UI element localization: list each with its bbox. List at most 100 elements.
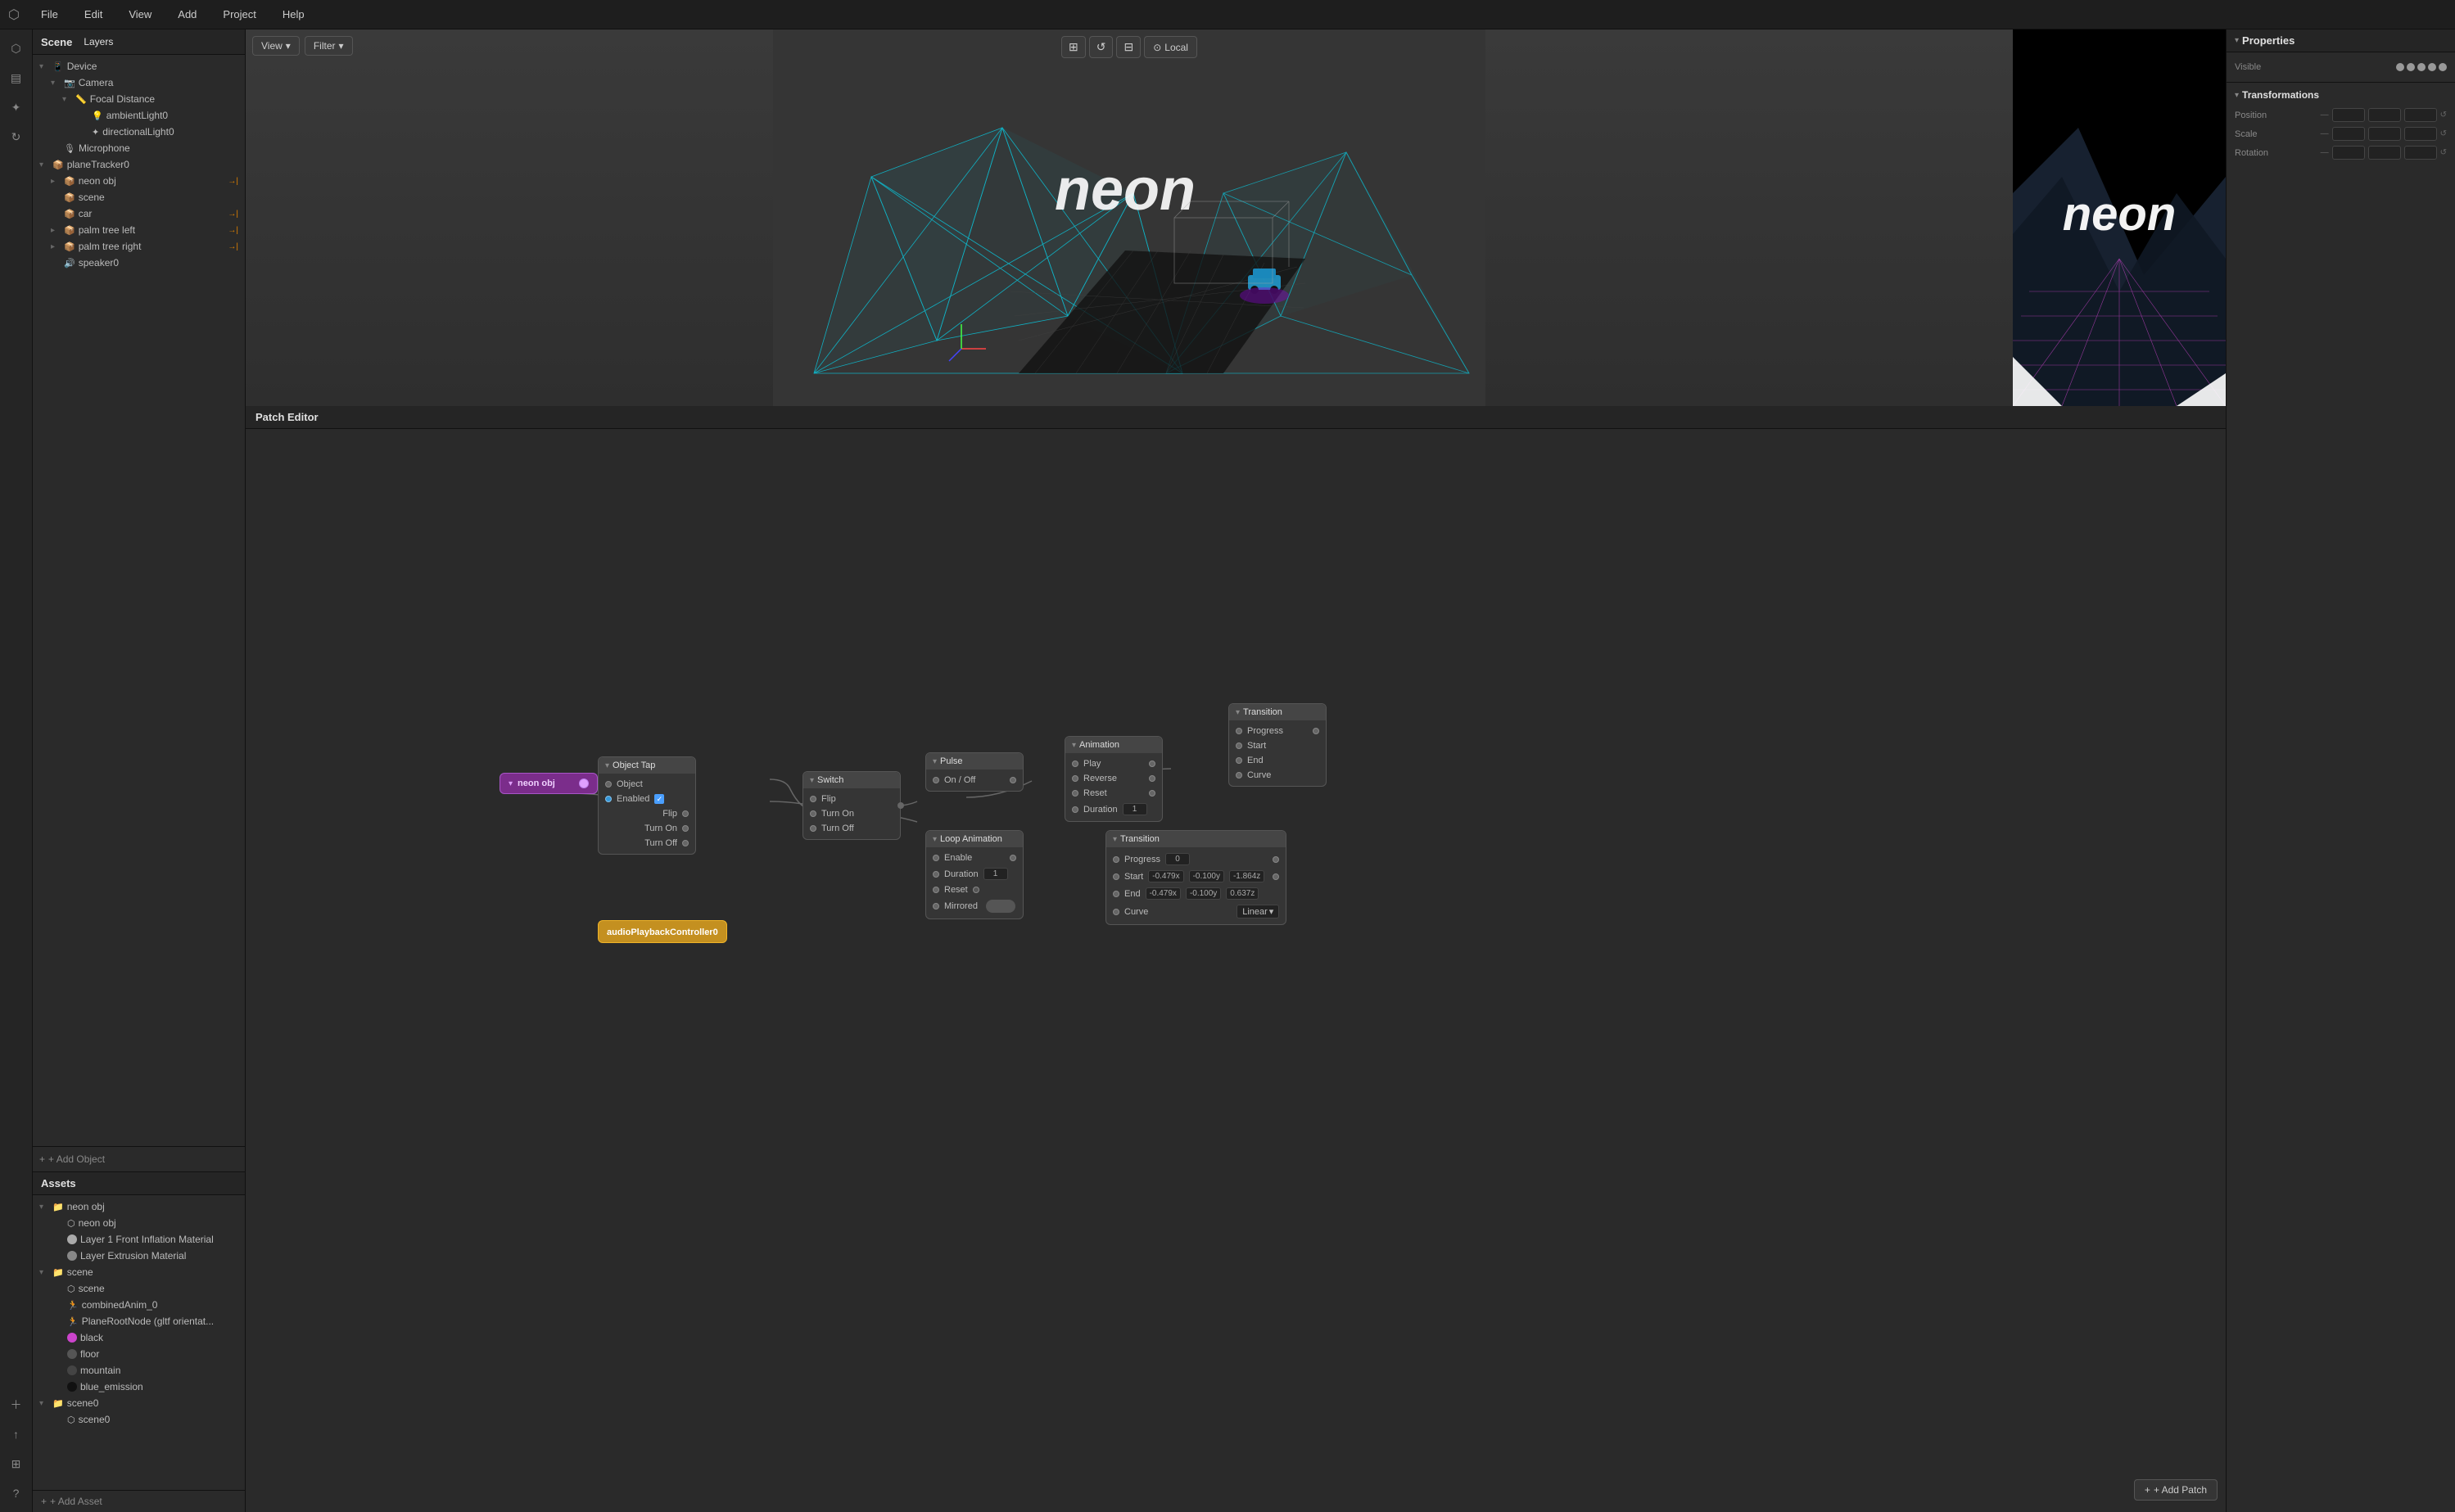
main-area: View ▾ Filter ▾ ⊞ ↺ ⊟ ⊙ Local	[246, 29, 2226, 1512]
local-button[interactable]: ⊙ Local	[1144, 36, 1197, 58]
tree-item-palm-left[interactable]: ▸ 📦 palm tree left →|	[33, 222, 245, 238]
asset-combined-anim[interactable]: ▸ 🏃 combinedAnim_0	[33, 1297, 245, 1313]
animation-node[interactable]: ▾ Animation Play Reverse	[1065, 736, 1163, 822]
rotation-reset[interactable]: ↺	[2440, 148, 2447, 157]
sidebar-icon-scene[interactable]: ⬡	[4, 36, 29, 61]
scene-panel-title: Scene	[41, 36, 72, 48]
menu-item-file[interactable]: File	[36, 5, 63, 24]
rotation-z[interactable]	[2404, 146, 2437, 160]
toggle-dot-2	[2407, 63, 2415, 71]
trans2-port-curve: Curve Linear ▾	[1106, 902, 1286, 921]
transformations-header[interactable]: ▾ Transformations	[2235, 89, 2447, 106]
menu-item-view[interactable]: View	[124, 5, 156, 24]
rotation-x[interactable]	[2332, 146, 2365, 160]
tree-item-device[interactable]: ▾ 📱 Device	[33, 58, 245, 74]
switch-node[interactable]: ▾ Switch Flip Turn On	[803, 771, 901, 840]
anim-port-reset: Reset	[1065, 786, 1162, 801]
scale-x[interactable]	[2332, 127, 2365, 141]
sidebar-icon-help[interactable]: ?	[4, 1481, 29, 1505]
filter-button[interactable]: Filter ▾	[305, 36, 353, 56]
transition-1-label: Transition	[1243, 707, 1282, 717]
position-minus[interactable]: —	[2321, 111, 2329, 120]
asset-blue-emission[interactable]: ▸ blue_emission	[33, 1379, 245, 1395]
tree-item-plane-tracker[interactable]: ▾ 📦 planeTracker0	[33, 156, 245, 173]
viewport-grid-icon[interactable]: ⊞	[1061, 36, 1086, 58]
tree-item-ambient[interactable]: ▸ 💡 ambientLight0	[33, 107, 245, 124]
asset-scene0-mesh[interactable]: ▸ ⬡ scene0	[33, 1411, 245, 1428]
pulse-node[interactable]: ▾ Pulse On / Off	[925, 752, 1024, 792]
transition-2-node[interactable]: ▾ Transition Progress 0 Start	[1105, 830, 1286, 925]
view-button[interactable]: View ▾	[252, 36, 300, 56]
transition-1-node[interactable]: ▾ Transition Progress Start	[1228, 703, 1327, 787]
position-y[interactable]	[2368, 108, 2401, 122]
tree-item-focal[interactable]: ▾ 📏 Focal Distance	[33, 91, 245, 107]
add-object-button[interactable]: + + Add Object	[33, 1146, 245, 1171]
properties-title: Properties	[2242, 34, 2294, 47]
tree-item-neon-obj[interactable]: ▸ 📦 neon obj →|	[33, 173, 245, 189]
asset-black[interactable]: ▸ black	[33, 1329, 245, 1346]
position-z[interactable]	[2404, 108, 2437, 122]
neon-obj-node[interactable]: ▾ neon obj	[500, 773, 598, 794]
trans2-curve-chevron: ▾	[1269, 906, 1274, 917]
tree-item-camera[interactable]: ▾ 📷 Camera	[33, 74, 245, 91]
tree-item-palm-right[interactable]: ▸ 📦 palm tree right →|	[33, 238, 245, 255]
object-tap-node[interactable]: ▾ Object Tap Object Enabled ✓	[598, 756, 696, 855]
menu-item-edit[interactable]: Edit	[79, 5, 107, 24]
viewport-refresh-icon[interactable]: ↺	[1089, 36, 1114, 58]
patch-canvas[interactable]: ▾ neon obj ▾ Object Tap Object	[246, 429, 2226, 1509]
tree-item-car[interactable]: ▸ 📦 car →|	[33, 205, 245, 222]
anim-reset-out	[1149, 790, 1155, 797]
asset-plane-root[interactable]: ▸ 🏃 PlaneRootNode (gltf orientat...	[33, 1313, 245, 1329]
layers-tab[interactable]: Layers	[80, 34, 116, 49]
sidebar-icon-settings[interactable]: ⊞	[4, 1451, 29, 1476]
switch-port-turnon: Turn On	[803, 806, 900, 821]
trans2-curve-select[interactable]: Linear ▾	[1237, 905, 1279, 918]
loop-mirrored-toggle[interactable]	[986, 900, 1015, 913]
position-reset[interactable]: ↺	[2440, 111, 2447, 120]
audio-playback-node[interactable]: audioPlaybackController0	[598, 920, 727, 943]
properties-header: ▾ Properties	[2227, 29, 2455, 52]
asset-scene0-folder[interactable]: ▾ 📁 scene0	[33, 1395, 245, 1411]
visible-toggle[interactable]	[2396, 63, 2447, 71]
menu-item-add[interactable]: Add	[173, 5, 201, 24]
asset-floor[interactable]: ▸ floor	[33, 1346, 245, 1362]
position-x[interactable]	[2332, 108, 2365, 122]
sidebar-icon-layers[interactable]: ▤	[4, 65, 29, 90]
tree-item-scene[interactable]: ▸ 📦 scene	[33, 189, 245, 205]
asset-layer1-extrusion[interactable]: ▸ Layer Extrusion Material	[33, 1248, 245, 1264]
trans2-output-dot	[1273, 856, 1279, 863]
trans1-port-end: End	[1229, 753, 1326, 768]
add-asset-button[interactable]: + + Add Asset	[33, 1490, 245, 1512]
tree-icon-directional: ✦	[92, 127, 99, 138]
trans2-port-progress: Progress 0	[1106, 851, 1286, 868]
sidebar-icon-patches[interactable]: ↻	[4, 124, 29, 149]
rotation-y[interactable]	[2368, 146, 2401, 160]
port-label-trans1-curve: Curve	[1247, 770, 1271, 780]
asset-neon-obj-mesh[interactable]: ▸ ⬡ neon obj	[33, 1215, 245, 1231]
sidebar-icon-add[interactable]: ＋	[4, 1392, 29, 1417]
sidebar-icon-effects[interactable]: ✦	[4, 95, 29, 120]
scale-y[interactable]	[2368, 127, 2401, 141]
asset-scene-folder[interactable]: ▾ 📁 scene	[33, 1264, 245, 1280]
viewport-fullscreen-icon[interactable]: ⊟	[1116, 36, 1141, 58]
tree-item-speaker[interactable]: ▸ 🔊 speaker0	[33, 255, 245, 271]
sidebar-icon-upload[interactable]: ↑	[4, 1422, 29, 1447]
asset-mountain[interactable]: ▸ mountain	[33, 1362, 245, 1379]
rotation-minus[interactable]: —	[2321, 148, 2329, 157]
asset-layer1-front[interactable]: ▸ Layer 1 Front Inflation Material	[33, 1231, 245, 1248]
anim-port-play: Play	[1065, 756, 1162, 771]
tree-item-microphone[interactable]: ▸ 🎙 Microphone	[33, 140, 245, 156]
scale-row: Scale — ↺	[2235, 124, 2447, 143]
loop-animation-node[interactable]: ▾ Loop Animation Enable Duration 1	[925, 830, 1024, 919]
transition-2-body: Progress 0 Start -0.479x -0.100y -1.864z	[1106, 847, 1286, 924]
menu-item-project[interactable]: Project	[218, 5, 260, 24]
menu-item-help[interactable]: Help	[278, 5, 310, 24]
scale-minus[interactable]: —	[2321, 129, 2329, 138]
tree-item-directional[interactable]: ▸ ✦ directionalLight0	[33, 124, 245, 140]
asset-neon-obj-folder[interactable]: ▾ 📁 neon obj	[33, 1198, 245, 1215]
add-patch-button[interactable]: + + Add Patch	[2134, 1479, 2218, 1501]
asset-scene-mesh[interactable]: ▸ ⬡ scene	[33, 1280, 245, 1297]
scale-reset[interactable]: ↺	[2440, 129, 2447, 138]
enabled-checkbox[interactable]: ✓	[654, 794, 664, 804]
scale-z[interactable]	[2404, 127, 2437, 141]
